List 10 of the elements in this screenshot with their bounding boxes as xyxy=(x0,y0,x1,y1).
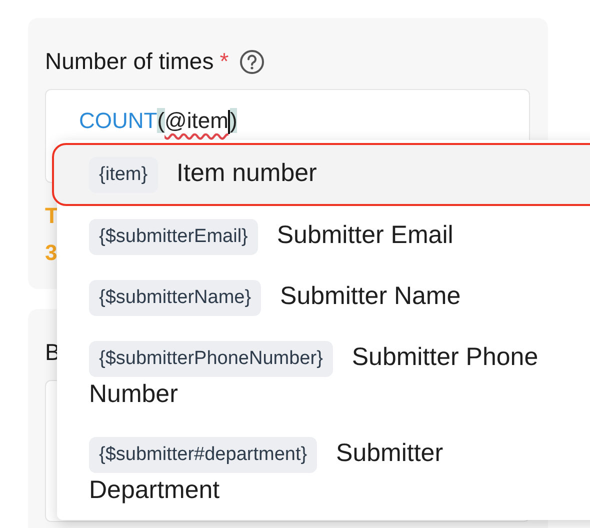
suggestion-item[interactable]: {$submitterPhoneNumber} Submitter Phone Number xyxy=(57,328,579,424)
help-icon[interactable] xyxy=(238,48,265,74)
suggestion-item[interactable]: {$submitterEmail} Submitter Email xyxy=(57,206,579,267)
suggestion-item[interactable]: {item} Item number xyxy=(52,143,590,206)
suggestion-item[interactable]: {$submitter#department} Submitter Department xyxy=(57,424,579,520)
required-mark: * xyxy=(220,48,229,75)
suggestion-item[interactable]: {$submitterName} Submitter Name xyxy=(57,267,579,328)
field-label: Number of times xyxy=(45,48,214,75)
hint-text: T xyxy=(45,203,58,228)
hint-text: 3 xyxy=(45,240,58,265)
